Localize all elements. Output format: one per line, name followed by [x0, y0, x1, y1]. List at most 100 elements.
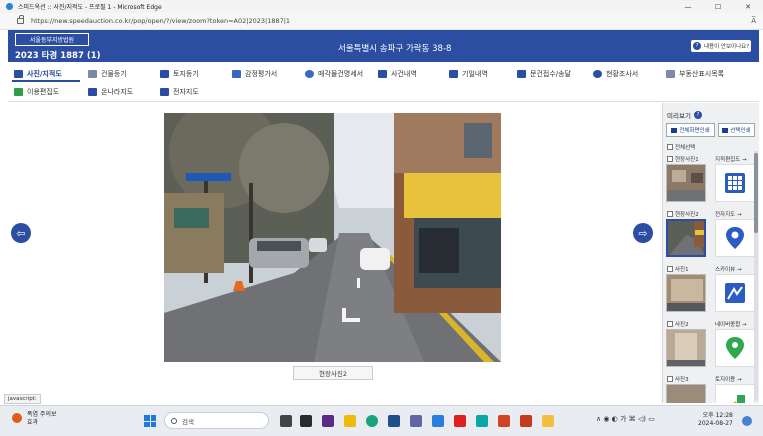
- checkbox-box[interactable]: [667, 144, 673, 150]
- app-icon[interactable]: [300, 415, 312, 427]
- teams-icon[interactable]: [410, 415, 422, 427]
- thumbnail-checkbox[interactable]: 현장사진1: [667, 155, 699, 163]
- court-button[interactable]: 서울동부지방법원: [15, 33, 89, 46]
- thumbnail-checkbox[interactable]: 사진2: [667, 320, 689, 328]
- map-link[interactable]: 스카이뷰 →: [715, 265, 742, 273]
- thumbnail-photo[interactable]: [666, 329, 706, 367]
- taskbar-clock[interactable]: 오후 12:28 2024-08-27: [698, 412, 733, 428]
- url-field[interactable]: https://new.speedauction.co.kr/pop/open/…: [31, 17, 290, 25]
- map-link[interactable]: 네이버종합 →: [715, 320, 747, 328]
- map-link[interactable]: 지적편집도 →: [715, 155, 747, 163]
- tab-property-list[interactable]: 부동산표시목록: [666, 66, 724, 81]
- close-button[interactable]: ✕: [733, 0, 763, 13]
- panel-scrollbar-thumb[interactable]: [754, 153, 758, 233]
- print-all-button[interactable]: 전체화면인쇄: [666, 123, 715, 137]
- map-link[interactable]: 전자지도 →: [715, 210, 742, 218]
- previous-photo-button[interactable]: ⇦: [11, 223, 31, 243]
- map-link-label[interactable]: 토지이용 →: [715, 375, 742, 383]
- tab-sale-spec[interactable]: 매각물건명세서: [305, 66, 363, 81]
- task-view-icon[interactable]: [280, 415, 292, 427]
- app-icon[interactable]: [520, 415, 532, 427]
- app-icon[interactable]: [542, 415, 554, 427]
- survey-icon: [593, 69, 602, 78]
- notification-icon[interactable]: [742, 416, 752, 426]
- thumbnail-checkbox[interactable]: 사진3: [667, 375, 689, 383]
- maximize-button[interactable]: ☐: [703, 0, 733, 13]
- next-photo-button[interactable]: ⇨: [633, 223, 653, 243]
- minimize-button[interactable]: —: [673, 0, 703, 13]
- checkbox-box[interactable]: [667, 156, 673, 162]
- tab-label: 문건접수/송달: [530, 69, 571, 78]
- weather-widget[interactable]: 폭염 주의보 효과: [12, 411, 57, 427]
- window-controls: — ☐ ✕: [673, 0, 763, 13]
- printer-icon: [671, 127, 678, 133]
- green-pin-icon: [726, 337, 744, 359]
- thumbnail-checkbox[interactable]: 현장사진2: [667, 210, 699, 218]
- premiere-icon[interactable]: [322, 415, 334, 427]
- checkbox-box[interactable]: [667, 211, 673, 217]
- thumbnail-photo[interactable]: [666, 274, 706, 312]
- select-all-checkbox[interactable]: 전체선택: [667, 143, 695, 151]
- window-title: 스피드옥션 :: 사진/지적도 - 프로필 1 - Microsoft Edge: [18, 4, 162, 11]
- windows-start-icon[interactable]: [144, 415, 156, 427]
- app-icon[interactable]: [476, 415, 488, 427]
- file-explorer-icon[interactable]: [344, 415, 356, 427]
- map-link-label[interactable]: 전자지도 →: [715, 210, 742, 218]
- tab-label: 사건내역: [391, 69, 417, 78]
- reader-mode-icon[interactable]: A̅: [751, 17, 756, 25]
- tab-case-history[interactable]: 사건내역: [378, 66, 417, 81]
- tab-label: 감정평가서: [245, 69, 278, 78]
- thumbnail-photo[interactable]: [666, 384, 706, 403]
- tab-bar: 사진/지적도 건물등기 토지등기 감정평가서 매각물건명세서 사건내역 기일내역: [8, 64, 759, 102]
- tab-building-registry[interactable]: 건물등기: [88, 66, 127, 81]
- thumbnail-image: [668, 221, 704, 255]
- arrow-right-icon: ⇨: [638, 226, 648, 240]
- lock-icon[interactable]: [17, 15, 24, 24]
- thumbnail-checkbox[interactable]: 사진1: [667, 265, 689, 273]
- skyview-tile[interactable]: [715, 274, 755, 312]
- document-icon: [88, 69, 97, 78]
- tab-use-map[interactable]: 이용편집도: [14, 84, 59, 99]
- tab-label: 이용편집도: [27, 87, 60, 96]
- question-icon[interactable]: ?: [693, 111, 702, 119]
- tab-date-history[interactable]: 기일내역: [449, 66, 488, 81]
- address-bar: https://new.speedauction.co.kr/pop/open/…: [0, 13, 763, 30]
- tab-electronic-map[interactable]: 전자지도: [160, 84, 199, 99]
- tab-status-survey[interactable]: 현황조사서: [593, 66, 638, 81]
- map-pin-icon: [726, 227, 744, 249]
- help-button[interactable]: ? 내용이 안보이나요?: [691, 40, 751, 52]
- tab-photo-map[interactable]: 사진/지적도: [14, 66, 62, 81]
- tab-appraisal[interactable]: 감정평가서: [232, 66, 277, 81]
- print-all-label: 전체화면인쇄: [679, 128, 710, 134]
- land-use-tile[interactable]: [715, 384, 755, 403]
- thumbnail-image: [667, 330, 705, 366]
- app-icon[interactable]: [388, 415, 400, 427]
- tab-label: 사진/지적도: [27, 69, 62, 78]
- map-link-label[interactable]: 지적편집도 →: [715, 155, 747, 163]
- cadastral-map-tile[interactable]: [715, 164, 755, 202]
- tab-land-registry[interactable]: 토지등기: [160, 66, 199, 81]
- tab-label: 현황조사서: [606, 69, 639, 78]
- thumbnail-photo[interactable]: [666, 164, 706, 202]
- youtube-icon[interactable]: [454, 415, 466, 427]
- taskbar-search-input[interactable]: 검색: [164, 412, 269, 429]
- map-link[interactable]: 토지이용 →: [715, 375, 742, 383]
- tab-onnara-map[interactable]: 온나라지도: [88, 84, 133, 99]
- thumbnail-image: [667, 385, 705, 403]
- edge-taskbar-icon[interactable]: [366, 415, 378, 427]
- weather-alert-icon: [12, 413, 22, 423]
- checkbox-box[interactable]: [667, 321, 673, 327]
- system-tray[interactable]: ∧ ◉ ◐ 가 ⌘ ◁) ▭: [596, 414, 655, 424]
- thumbnail-label: 현장사진1: [675, 157, 699, 163]
- app-icon[interactable]: [432, 415, 444, 427]
- powerpoint-icon[interactable]: [498, 415, 510, 427]
- checkbox-box[interactable]: [667, 376, 673, 382]
- electronic-map-tile[interactable]: [715, 219, 755, 257]
- thumbnail-photo-selected[interactable]: [666, 219, 706, 257]
- map-link-label[interactable]: 네이버종합 →: [715, 320, 747, 328]
- naver-map-tile[interactable]: [715, 329, 755, 367]
- tab-document-delivery[interactable]: 문건접수/송달: [517, 66, 571, 81]
- print-selected-button[interactable]: 선택인쇄: [718, 123, 755, 137]
- checkbox-box[interactable]: [667, 266, 673, 272]
- map-link-label[interactable]: 스카이뷰 →: [715, 265, 742, 273]
